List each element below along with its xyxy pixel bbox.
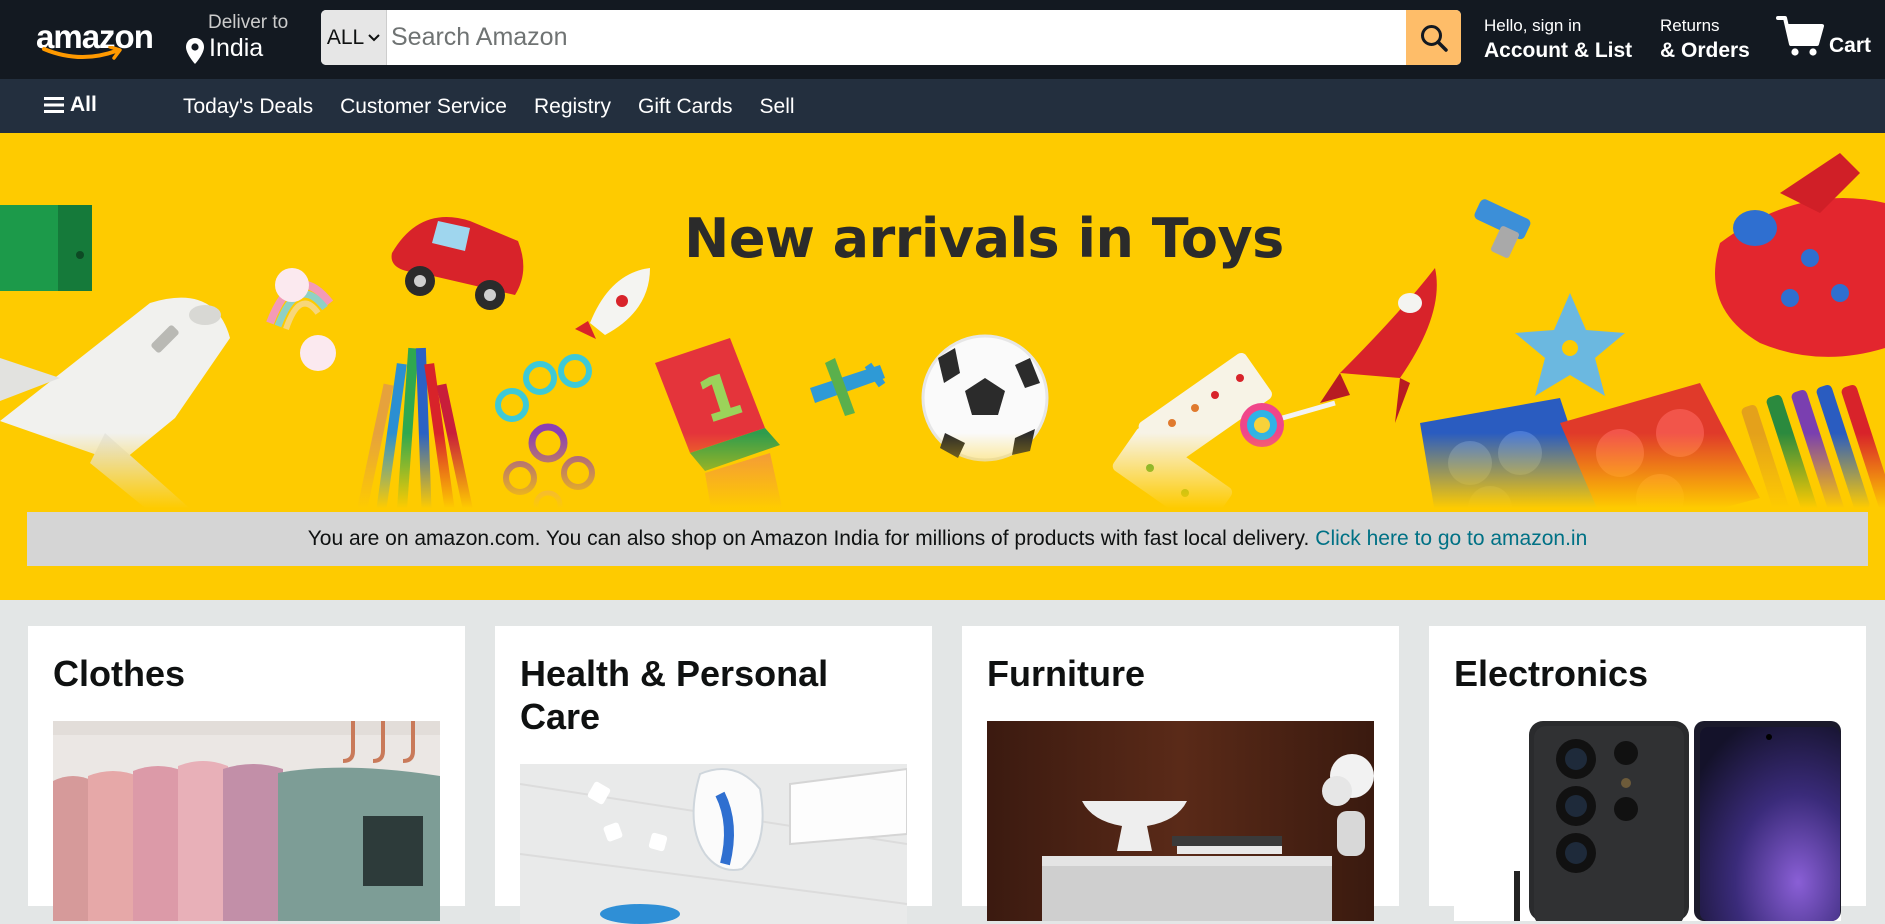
- secondary-navbar: All Today's Deals Customer Service Regis…: [0, 79, 1885, 133]
- health-personal-care-image[interactable]: [520, 764, 907, 924]
- search-icon: [1420, 24, 1448, 52]
- account-and-lists[interactable]: Hello, sign in Account & List: [1484, 16, 1644, 66]
- category-card-health-personal-care[interactable]: Health & Personal Care: [495, 626, 932, 924]
- logo-smile-icon: [42, 46, 122, 60]
- top-navbar: amazon Deliver to India ALL Hello: [0, 0, 1885, 79]
- category-card-title: Health & Personal Care: [520, 653, 829, 737]
- blue-star-toy: [1515, 293, 1625, 396]
- returns-label: Returns: [1660, 16, 1720, 35]
- deliver-to-label: Deliver to: [208, 12, 289, 33]
- category-card-furniture[interactable]: Furniture: [962, 626, 1399, 921]
- hero-title: New arrivals in Toys: [684, 207, 1284, 270]
- go-to-amazon-in-link[interactable]: Click here to go to amazon.in: [1315, 527, 1587, 551]
- region-notice-banner: You are on amazon.com. You can also shop…: [27, 512, 1868, 566]
- deliver-to-country: India: [209, 34, 264, 62]
- subnav-link-registry[interactable]: Registry: [534, 95, 611, 119]
- category-card-electronics[interactable]: Electronics: [1429, 626, 1866, 921]
- chevron-down-icon: [368, 33, 380, 41]
- cart-icon: [1776, 16, 1824, 56]
- account-greeting: Hello, sign in: [1484, 16, 1582, 35]
- search-category-value: ALL: [326, 25, 365, 49]
- account-label: Account & List: [1484, 39, 1633, 62]
- hamburger-menu-icon: [44, 97, 64, 113]
- region-notice-text: You are on amazon.com. You can also shop…: [307, 527, 1310, 550]
- white-rocket-toy: [575, 268, 650, 339]
- subnav-links: Today's Deals Customer Service Registry …: [183, 95, 795, 119]
- furniture-image[interactable]: [987, 721, 1374, 921]
- location-pin-icon: [186, 38, 204, 64]
- amazon-logo[interactable]: amazon: [32, 12, 154, 64]
- category-card-title: Electronics: [1454, 653, 1649, 694]
- small-airplane-toy: [810, 358, 886, 416]
- subnav-link-todays-deals[interactable]: Today's Deals: [183, 95, 313, 119]
- category-card-clothes[interactable]: Clothes: [28, 626, 465, 921]
- red-rocket-toy: [1320, 268, 1437, 423]
- search-category-dropdown[interactable]: ALL: [321, 10, 387, 65]
- search-button[interactable]: [1406, 10, 1461, 65]
- clothes-image[interactable]: [53, 721, 440, 921]
- search-input[interactable]: [387, 10, 1406, 65]
- electronics-image[interactable]: [1454, 721, 1841, 921]
- deliver-to-location[interactable]: Deliver to India: [185, 12, 305, 66]
- all-menu-label: All: [70, 93, 97, 116]
- category-card-title: Clothes: [53, 653, 186, 694]
- returns-and-orders[interactable]: Returns & Orders: [1660, 16, 1760, 66]
- rainbow-cloud-toy: [266, 268, 336, 371]
- subnav-link-customer-service[interactable]: Customer Service: [340, 95, 507, 119]
- cart-label: Cart: [1829, 34, 1872, 57]
- subnav-link-gift-cards[interactable]: Gift Cards: [638, 95, 733, 119]
- orders-label: & Orders: [1660, 39, 1750, 62]
- subnav-link-sell[interactable]: Sell: [760, 95, 795, 119]
- category-card-title: Furniture: [987, 653, 1145, 694]
- search-bar: ALL: [321, 10, 1461, 65]
- hero-banner[interactable]: 1 New arrivals in Toys You are on amazon…: [0, 133, 1885, 600]
- cart-button[interactable]: Cart: [1776, 12, 1881, 64]
- all-menu-button[interactable]: All: [44, 93, 97, 117]
